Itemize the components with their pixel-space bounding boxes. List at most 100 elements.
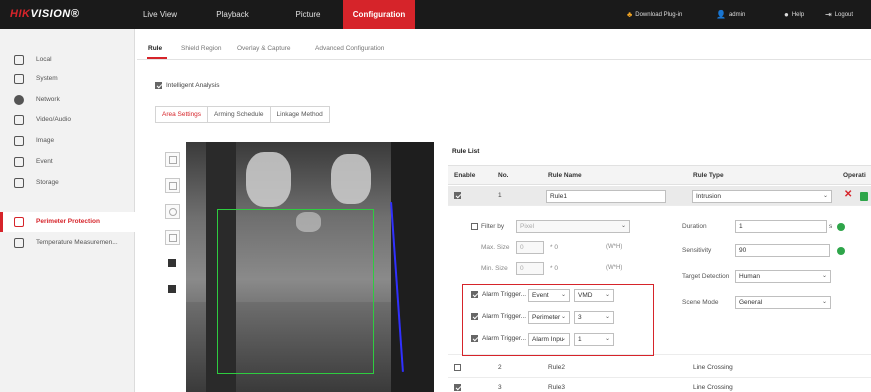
perimeter-icon — [14, 217, 24, 227]
col-enable: Enable — [454, 172, 476, 179]
sidebar-item-image[interactable]: Image — [0, 131, 135, 151]
scene-mode-select[interactable]: General ⌄ — [735, 296, 831, 309]
sidebar-item-event[interactable]: Event — [0, 152, 135, 172]
alarm-trigger-2-type-select[interactable]: Perimeter ⌄ — [528, 311, 570, 324]
delete-icon[interactable]: ✕ — [844, 189, 852, 200]
tab-shield-region[interactable]: Shield Region — [181, 45, 221, 52]
copy-icon[interactable] — [860, 192, 868, 201]
thermometer-icon — [14, 238, 24, 248]
globe-icon — [14, 95, 24, 105]
chevron-down-icon: ⌄ — [604, 292, 610, 298]
target-detection-label: Target Detection — [682, 273, 730, 280]
video-light-1 — [246, 152, 291, 207]
sidebar-item-local[interactable]: Local — [0, 50, 135, 70]
logout-icon: ⇥ — [825, 10, 832, 19]
clear-tool[interactable] — [165, 230, 180, 245]
subtab-linkage-method[interactable]: Linkage Method — [271, 107, 329, 122]
sidebar-item-perimeter-protection[interactable]: Perimeter Protection — [0, 212, 135, 232]
max-size-label: Max. Size — [481, 244, 510, 251]
alarm-trigger-1-checkbox[interactable] — [471, 291, 478, 298]
video-light-2 — [331, 154, 371, 204]
monitor-icon — [14, 55, 24, 65]
rule-type-select[interactable]: Intrusion ⌄ — [692, 190, 832, 203]
alarm-trigger-2-value-select[interactable]: 3 ⌄ — [574, 311, 614, 324]
subtab-arming-schedule[interactable]: Arming Schedule — [208, 107, 271, 122]
min-size-separator: * 0 — [550, 265, 558, 272]
tab-rule[interactable]: Rule — [148, 45, 162, 52]
alarm-trigger-3-checkbox[interactable] — [471, 335, 478, 342]
record-icon — [168, 285, 176, 293]
col-no: No. — [498, 172, 509, 179]
live-video-preview[interactable] — [186, 142, 434, 392]
rule-enable-checkbox[interactable] — [454, 364, 461, 371]
user-icon: 👤 — [716, 10, 726, 19]
col-operation: Operati — [843, 172, 866, 179]
alarm-trigger-1-type-select[interactable]: Event ⌄ — [528, 289, 570, 302]
filter-by-select[interactable]: Pixel ⌄ — [516, 220, 630, 233]
draw-line-tool[interactable] — [165, 178, 180, 193]
table-row-selected[interactable]: 1 Rule1 Intrusion ⌄ ✕ — [448, 186, 871, 206]
tab-overlay-capture[interactable]: Overlay & Capture — [237, 45, 290, 52]
draw-line-icon — [169, 182, 177, 190]
alarm-trigger-3-type-select[interactable]: Alarm Inpu ⌄ — [528, 333, 570, 346]
alarm-trigger-2-checkbox[interactable] — [471, 313, 478, 320]
sidebar-item-storage[interactable]: Storage — [0, 173, 135, 193]
rule-enable-checkbox[interactable] — [454, 192, 461, 199]
rule-list-title: Rule List — [452, 148, 480, 155]
min-size-label: Min. Size — [481, 265, 508, 272]
draw-area-tool[interactable] — [165, 152, 180, 167]
storage-icon — [14, 178, 24, 188]
target-detection-select[interactable]: Human ⌄ — [735, 270, 831, 283]
alarm-trigger-row-3: Alarm Trigger... Alarm Inpu ⌄ 1 ⌄ — [471, 333, 614, 349]
duration-valid-icon — [837, 223, 845, 231]
chevron-down-icon: ⌄ — [604, 314, 610, 320]
max-width-input[interactable]: 0 — [516, 241, 544, 254]
min-width-input[interactable]: 0 — [516, 262, 544, 275]
video-pillar-right — [391, 142, 434, 392]
record-tool[interactable] — [165, 282, 180, 297]
nav-configuration[interactable]: Configuration — [343, 0, 415, 29]
chevron-down-icon: ⌄ — [620, 223, 626, 229]
chevron-down-icon: ⌄ — [560, 292, 566, 298]
rule-name: Rule3 — [548, 384, 565, 391]
sidebar-item-system[interactable]: System — [0, 69, 135, 89]
help-link[interactable]: ● Help — [784, 0, 804, 29]
alarm-trigger-1-value-select[interactable]: VMD ⌄ — [574, 289, 614, 302]
draw-area-icon — [169, 156, 177, 164]
nav-picture[interactable]: Picture — [288, 0, 328, 29]
rule-enable-checkbox[interactable] — [454, 384, 461, 391]
min-size-unit: (W*H) — [606, 265, 623, 271]
max-size-unit: (W*H) — [606, 244, 623, 250]
intrusion-zone-polygon[interactable] — [217, 209, 374, 374]
download-plugin-link[interactable]: ♣ Download Plug-in — [627, 0, 682, 29]
rule-no: 1 — [498, 192, 502, 199]
user-menu[interactable]: 👤 admin — [716, 0, 745, 29]
max-size-separator: * 0 — [550, 244, 558, 251]
sensitivity-input[interactable]: 90 — [735, 244, 830, 257]
nav-live-view[interactable]: Live View — [140, 0, 180, 29]
tab-advanced-configuration[interactable]: Advanced Configuration — [315, 45, 384, 52]
duration-input[interactable]: 1 — [735, 220, 827, 233]
intelligent-analysis-checkbox[interactable] — [155, 82, 162, 89]
sidebar-item-temperature[interactable]: Temperature Measuremen... — [0, 233, 135, 253]
rule-no: 2 — [498, 364, 502, 371]
draw-circle-tool[interactable] — [165, 204, 180, 219]
chevron-down-icon: ⌄ — [560, 314, 566, 320]
sidebar-item-network[interactable]: Network — [0, 90, 135, 110]
capture-tool[interactable] — [165, 256, 180, 271]
table-row[interactable]: 3 Rule3 Line Crossing — [448, 378, 871, 392]
nav-playback[interactable]: Playback — [210, 0, 255, 29]
alarm-trigger-highlight: Alarm Trigger... Event ⌄ VMD ⌄ Alarm Trigg… — [462, 284, 654, 356]
filter-by-checkbox[interactable] — [471, 223, 478, 230]
table-row[interactable]: 2 Rule2 Line Crossing — [448, 358, 871, 378]
subtab-area-settings[interactable]: Area Settings — [156, 107, 209, 122]
sidebar-item-video-audio[interactable]: Video/Audio — [0, 110, 135, 130]
sidebar: Local System Network Video/Audio Image E… — [0, 29, 135, 392]
alarm-trigger-3-value-select[interactable]: 1 ⌄ — [574, 333, 614, 346]
alarm-trigger-row-1: Alarm Trigger... Event ⌄ VMD ⌄ — [471, 289, 614, 305]
logout-link[interactable]: ⇥ Logout — [825, 0, 853, 29]
rule-name-input[interactable]: Rule1 — [546, 190, 666, 203]
top-bar: HIKVISION® Live View Playback Picture Co… — [0, 0, 871, 29]
filter-by-label: Filter by — [481, 223, 505, 230]
duration-unit: s — [829, 223, 833, 230]
